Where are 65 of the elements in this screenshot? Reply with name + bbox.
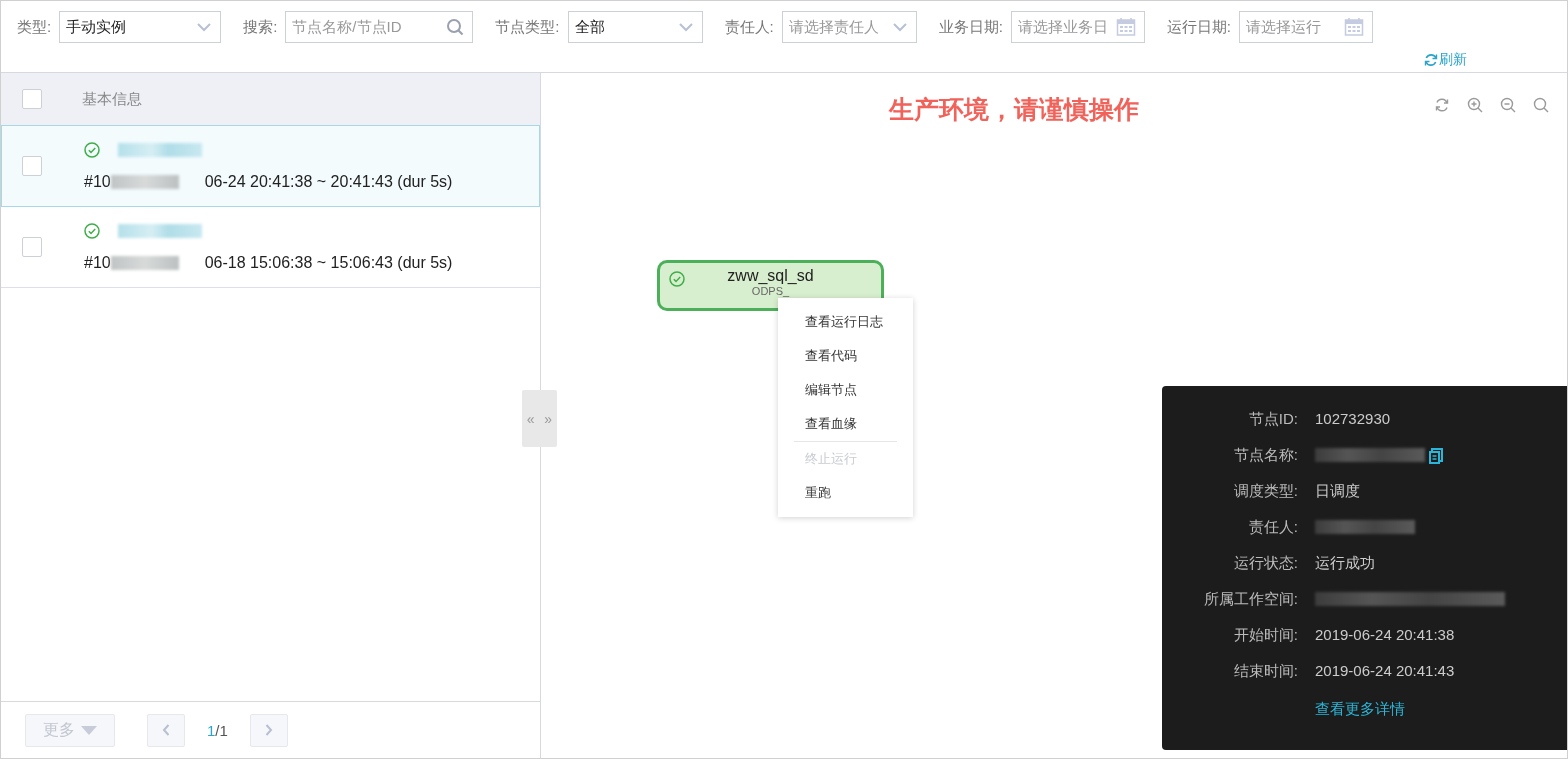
zoom-out-icon[interactable] bbox=[1500, 97, 1516, 113]
info-value: 2019-06-24 20:41:38 bbox=[1315, 626, 1456, 645]
checkbox[interactable] bbox=[22, 237, 42, 257]
filter-label: 责任人: bbox=[724, 17, 774, 37]
instance-id: #10 bbox=[84, 254, 111, 272]
info-value: 运行成功 bbox=[1315, 554, 1376, 573]
warning-text: 生产环境，请谨慎操作 bbox=[889, 94, 1139, 125]
next-page-button[interactable] bbox=[249, 713, 288, 747]
info-label: 调度类型: bbox=[1232, 482, 1298, 501]
info-label: 结束时间: bbox=[1232, 662, 1298, 681]
info-label: 节点名称: bbox=[1232, 446, 1298, 465]
node-type: ODPS_ bbox=[751, 285, 790, 297]
zoom-in-icon[interactable] bbox=[1467, 97, 1483, 113]
field-value: 全部 bbox=[574, 17, 605, 37]
info-label: 节点ID: bbox=[1247, 410, 1298, 429]
chevron-down-icon bbox=[677, 22, 694, 32]
refresh-icon[interactable] bbox=[1434, 97, 1450, 113]
redacted-text bbox=[110, 175, 179, 189]
page-indicator: 1/1 bbox=[207, 721, 228, 739]
info-value: 日调度 bbox=[1315, 482, 1361, 501]
menu-item[interactable]: 查看血缘 bbox=[778, 407, 913, 441]
node-name: zww_sql_sd bbox=[727, 267, 814, 285]
info-label: 所属工作空间: bbox=[1202, 590, 1298, 609]
chevron-left-icon bbox=[162, 724, 170, 736]
field-placeholder: 请选择业务日 bbox=[1017, 17, 1108, 37]
menu-item[interactable]: 查看代码 bbox=[778, 339, 913, 373]
more-details-link[interactable]: 查看更多详情 bbox=[1315, 700, 1567, 734]
info-value: 2019-06-24 20:41:43 bbox=[1315, 662, 1456, 681]
filter-label: 运行日期: bbox=[1166, 17, 1232, 37]
field-placeholder: 请选择运行 bbox=[1246, 17, 1322, 37]
search-icon[interactable] bbox=[446, 18, 465, 36]
instance-row[interactable]: #10 06-18 15:06:38 ~ 15:06:43 (dur 5s) bbox=[1, 207, 540, 288]
triangle-down-icon bbox=[81, 725, 97, 735]
field-placeholder: 节点名称/节点ID bbox=[292, 17, 402, 37]
instance-row[interactable]: #10 06-24 20:41:38 ~ 20:41:43 (dur 5s) bbox=[1, 125, 540, 207]
column-header: 基本信息 bbox=[82, 89, 142, 109]
copy-icon[interactable] bbox=[1429, 448, 1443, 464]
dropdown[interactable]: 全部 bbox=[567, 11, 703, 43]
redacted-text bbox=[110, 256, 179, 270]
calendar-icon[interactable] bbox=[1115, 17, 1136, 37]
calendar-icon[interactable] bbox=[1344, 17, 1365, 37]
search-icon[interactable] bbox=[1533, 97, 1549, 113]
dropdown[interactable]: 手动实例 bbox=[59, 11, 222, 43]
chevron-down-icon bbox=[891, 22, 908, 32]
instance-id: #10 bbox=[84, 173, 111, 191]
refresh-icon bbox=[1424, 53, 1438, 67]
chevron-right-icon bbox=[264, 724, 273, 736]
info-label: 责任人: bbox=[1247, 518, 1298, 537]
field-value: 手动实例 bbox=[66, 17, 127, 37]
chevron-down-icon bbox=[196, 22, 213, 32]
checkbox[interactable] bbox=[22, 156, 42, 176]
filter-label: 搜索: bbox=[243, 17, 278, 37]
info-label: 运行状态: bbox=[1232, 554, 1298, 573]
run-time: 06-24 20:41:38 ~ 20:41:43 (dur 5s) bbox=[204, 173, 453, 191]
filter-label: 类型: bbox=[17, 17, 52, 37]
info-value: 102732930 bbox=[1315, 410, 1392, 429]
checkbox[interactable] bbox=[22, 89, 42, 109]
field-placeholder: 请选择责任人 bbox=[788, 17, 879, 37]
previous-page-button[interactable] bbox=[147, 713, 185, 747]
filter-label: 节点类型: bbox=[495, 17, 560, 37]
info-label: 开始时间: bbox=[1232, 626, 1298, 645]
run-time: 06-18 15:06:38 ~ 15:06:43 (dur 5s) bbox=[204, 254, 453, 272]
menu-item[interactable]: 编辑节点 bbox=[778, 373, 913, 407]
menu-item[interactable]: 重跑 bbox=[778, 476, 913, 510]
filter-label: 业务日期: bbox=[938, 17, 1003, 37]
